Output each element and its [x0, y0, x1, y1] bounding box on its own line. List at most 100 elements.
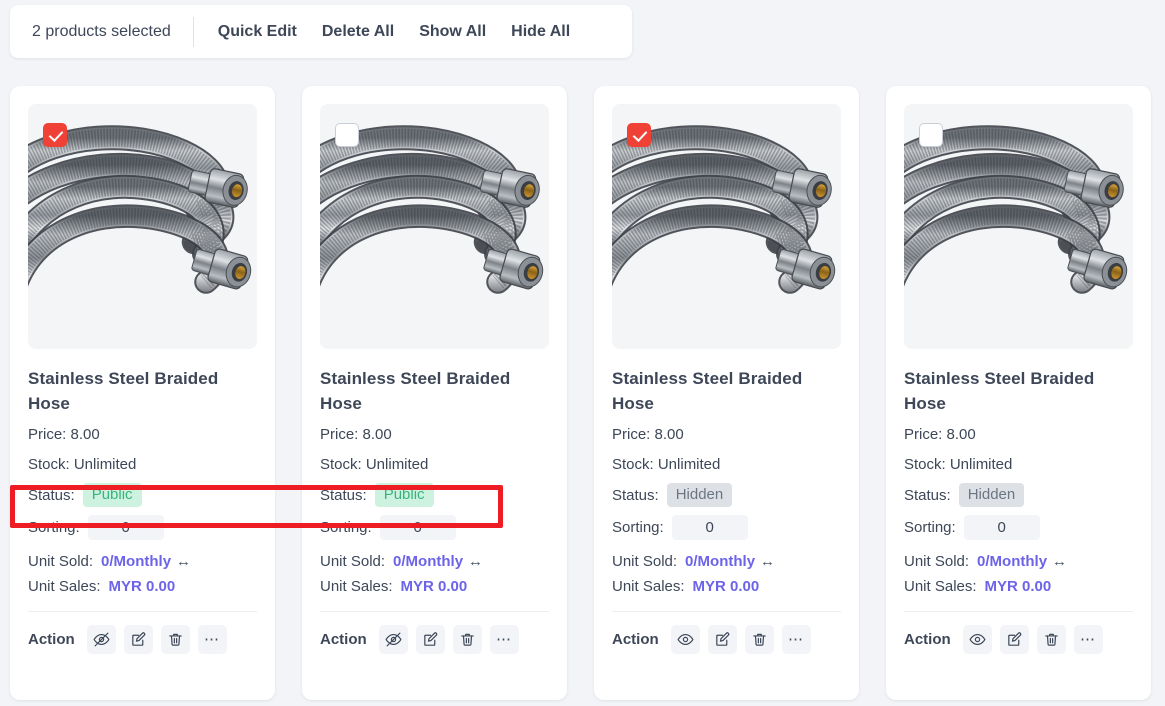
ellipsis-icon: ⋯ — [495, 631, 513, 649]
product-card: Stainless Steel Braided Hose Price: 8.00 S… — [302, 86, 567, 700]
unit-sales-label: Unit Sales: — [28, 578, 101, 596]
more-options-button[interactable]: ⋯ — [781, 625, 811, 655]
product-stock: Stock: Unlimited — [612, 455, 721, 473]
unit-sold-label: Unit Sold: — [612, 553, 678, 571]
more-options-button[interactable]: ⋯ — [489, 625, 519, 655]
toolbar-delete-all-button[interactable]: Delete All — [322, 23, 394, 41]
product-title: Stainless Steel Braided Hose — [612, 369, 803, 414]
card-divider — [904, 611, 1133, 613]
status-badge[interactable]: Public — [82, 482, 142, 508]
eye-icon — [677, 631, 694, 648]
unit-sold-row: Unit Sold: 0/Monthly ↔ — [28, 553, 257, 570]
toggle-visibility-button[interactable] — [378, 625, 408, 655]
edit-icon — [714, 631, 731, 648]
product-status-row: Status: Hidden — [612, 482, 841, 508]
sorting-label: Sorting: — [904, 519, 956, 537]
status-badge[interactable]: Hidden — [666, 482, 733, 508]
unit-sold-label: Unit Sold: — [320, 553, 386, 571]
toolbar-actions: Quick Edit Delete All Show All Hide All — [218, 23, 570, 41]
bidirectional-arrow-icon: ↔ — [760, 553, 776, 571]
toolbar-hide-all-button[interactable]: Hide All — [511, 23, 570, 41]
trash-icon — [167, 631, 184, 648]
toggle-visibility-button[interactable] — [962, 625, 992, 655]
edit-product-button[interactable] — [707, 625, 737, 655]
delete-product-button[interactable] — [1036, 625, 1066, 655]
sorting-input[interactable]: 0 — [379, 515, 456, 541]
unit-sold-value[interactable]: 0/Monthly — [977, 553, 1047, 570]
unit-sales-label: Unit Sales: — [320, 578, 393, 596]
product-price: Price: 8.00 — [28, 426, 100, 444]
delete-product-button[interactable] — [744, 625, 774, 655]
unit-sales-label: Unit Sales: — [904, 578, 977, 596]
action-label: Action — [320, 631, 367, 649]
status-label: Status: — [904, 486, 951, 504]
ellipsis-icon: ⋯ — [203, 631, 221, 649]
action-row: Action ⋯ — [28, 625, 257, 655]
product-price: Price: 8.00 — [320, 426, 392, 444]
action-row: Action ⋯ — [320, 625, 549, 655]
unit-sales-value[interactable]: MYR 0.00 — [401, 578, 468, 595]
product-status-row: Status: Public — [320, 482, 549, 508]
toolbar-quick-edit-button[interactable]: Quick Edit — [218, 23, 297, 41]
sorting-input[interactable]: 0 — [87, 515, 164, 541]
product-select-checkbox[interactable] — [335, 123, 359, 147]
trash-icon — [459, 631, 476, 648]
toggle-visibility-button[interactable] — [670, 625, 700, 655]
unit-sales-value[interactable]: MYR 0.00 — [693, 578, 760, 595]
product-sorting-row: Sorting: 0 — [904, 515, 1133, 541]
bidirectional-arrow-icon: ↔ — [176, 553, 192, 571]
product-sorting-row: Sorting: 0 — [320, 515, 549, 541]
bidirectional-arrow-icon: ↔ — [468, 553, 484, 571]
unit-sold-row: Unit Sold: 0/Monthly ↔ — [612, 553, 841, 570]
product-status-row: Status: Hidden — [904, 482, 1133, 508]
product-select-checkbox[interactable] — [43, 123, 67, 147]
delete-product-button[interactable] — [452, 625, 482, 655]
edit-product-button[interactable] — [123, 625, 153, 655]
more-options-button[interactable]: ⋯ — [197, 625, 227, 655]
product-grid: Stainless Steel Braided Hose Price: 8.00 S… — [10, 86, 1155, 700]
unit-sold-value[interactable]: 0/Monthly — [393, 553, 463, 570]
bulk-action-toolbar: 2 products selected Quick Edit Delete All… — [10, 5, 632, 58]
eye-off-icon — [385, 631, 402, 648]
bidirectional-arrow-icon: ↔ — [1052, 553, 1068, 571]
unit-sales-row: Unit Sales: MYR 0.00 — [904, 578, 1133, 595]
edit-icon — [422, 631, 439, 648]
unit-sales-value[interactable]: MYR 0.00 — [985, 578, 1052, 595]
sorting-label: Sorting: — [612, 519, 664, 537]
product-select-checkbox[interactable] — [919, 123, 943, 147]
unit-sales-value[interactable]: MYR 0.00 — [109, 578, 176, 595]
edit-product-button[interactable] — [415, 625, 445, 655]
action-label: Action — [28, 631, 75, 649]
trash-icon — [751, 631, 768, 648]
sorting-input[interactable]: 0 — [963, 515, 1040, 541]
product-price: Price: 8.00 — [612, 426, 684, 444]
unit-sold-row: Unit Sold: 0/Monthly ↔ — [904, 553, 1133, 570]
sorting-label: Sorting: — [320, 519, 372, 537]
product-select-checkbox[interactable] — [627, 123, 651, 147]
toggle-visibility-button[interactable] — [86, 625, 116, 655]
product-image — [28, 104, 257, 349]
card-divider — [28, 611, 257, 613]
product-card: Stainless Steel Braided Hose Price: 8.00 S… — [886, 86, 1151, 700]
sorting-input[interactable]: 0 — [671, 515, 748, 541]
unit-sales-row: Unit Sales: MYR 0.00 — [28, 578, 257, 595]
action-row: Action ⋯ — [612, 625, 841, 655]
delete-product-button[interactable] — [160, 625, 190, 655]
unit-sold-label: Unit Sold: — [904, 553, 970, 571]
unit-sold-value[interactable]: 0/Monthly — [685, 553, 755, 570]
product-price: Price: 8.00 — [904, 426, 976, 444]
product-card: Stainless Steel Braided Hose Price: 8.00 S… — [10, 86, 275, 700]
status-label: Status: — [28, 486, 75, 504]
edit-icon — [130, 631, 147, 648]
product-sorting-row: Sorting: 0 — [28, 515, 257, 541]
selection-count-label: 2 products selected — [32, 22, 171, 40]
sorting-label: Sorting: — [28, 519, 80, 537]
toolbar-show-all-button[interactable]: Show All — [419, 23, 486, 41]
unit-sold-value[interactable]: 0/Monthly — [101, 553, 171, 570]
status-badge[interactable]: Public — [374, 482, 434, 508]
product-stock: Stock: Unlimited — [904, 455, 1013, 473]
more-options-button[interactable]: ⋯ — [1073, 625, 1103, 655]
trash-icon — [1043, 631, 1060, 648]
edit-product-button[interactable] — [999, 625, 1029, 655]
status-badge[interactable]: Hidden — [958, 482, 1025, 508]
